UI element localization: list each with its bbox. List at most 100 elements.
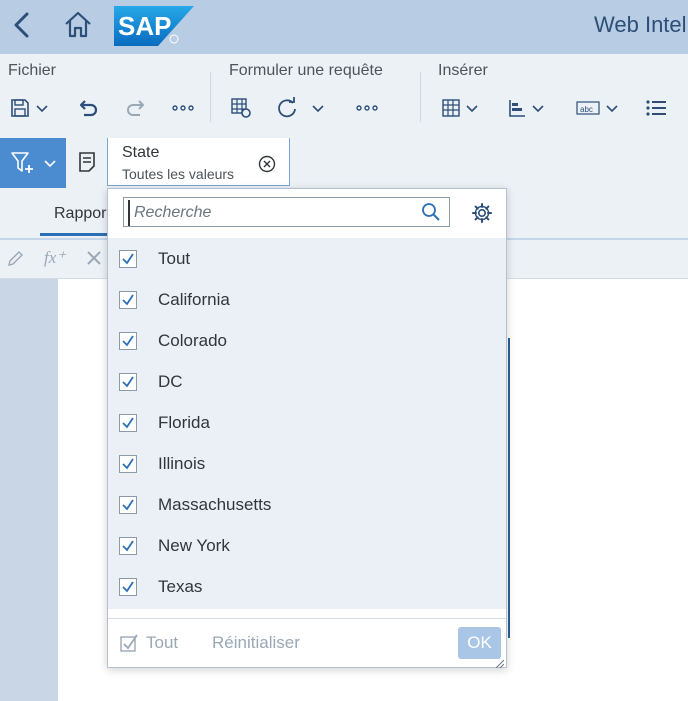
save-button[interactable] bbox=[10, 96, 48, 120]
undo-button[interactable] bbox=[78, 96, 100, 120]
checkbox[interactable] bbox=[119, 577, 137, 596]
checkbox-checked-icon bbox=[120, 634, 138, 652]
formula-icon[interactable]: fx⁺ bbox=[44, 248, 65, 268]
chevron-down-icon bbox=[466, 105, 478, 113]
bar-chart-icon bbox=[509, 100, 525, 117]
list-item-new-york[interactable]: New York bbox=[108, 525, 506, 566]
query-settings-icon bbox=[231, 98, 251, 118]
select-all-button[interactable]: Tout bbox=[120, 632, 178, 654]
query-settings-button[interactable] bbox=[230, 96, 252, 120]
filter-add-button[interactable] bbox=[0, 138, 66, 188]
checkmark-icon bbox=[122, 581, 134, 592]
chevron-down-icon bbox=[44, 160, 56, 168]
checkbox[interactable] bbox=[119, 495, 137, 514]
footer-divider bbox=[108, 618, 506, 619]
refresh-icon bbox=[278, 97, 296, 118]
report-table-edge bbox=[508, 338, 516, 638]
redo-icon bbox=[127, 100, 144, 116]
shell-header bbox=[0, 0, 688, 54]
toolbar-divider bbox=[420, 72, 421, 122]
search-input[interactable] bbox=[128, 200, 416, 226]
insert-chart-button[interactable] bbox=[508, 96, 544, 120]
resize-grip-icon[interactable] bbox=[494, 655, 505, 669]
text-cell-icon: abc bbox=[576, 101, 600, 115]
reset-button[interactable]: Réinitialiser bbox=[212, 633, 300, 653]
checkbox[interactable] bbox=[119, 372, 137, 391]
home-button[interactable] bbox=[62, 9, 94, 41]
svg-text:abc: abc bbox=[580, 105, 593, 114]
list-item-dc[interactable]: DC bbox=[108, 361, 506, 402]
toolbar-divider bbox=[210, 72, 211, 122]
list-item-florida[interactable]: Florida bbox=[108, 402, 506, 443]
checkbox[interactable] bbox=[119, 454, 137, 473]
list-item-label: Tout bbox=[158, 248, 191, 268]
pencil-icon bbox=[8, 251, 23, 266]
checkmark-icon bbox=[122, 540, 134, 551]
list-item-label: DC bbox=[158, 371, 183, 391]
filter-chip-title: State bbox=[122, 144, 160, 161]
redo-button[interactable] bbox=[124, 96, 146, 120]
checkbox[interactable] bbox=[119, 249, 137, 268]
cancel-formula-button[interactable] bbox=[86, 250, 102, 271]
list-item-illinois[interactable]: Illinois bbox=[108, 443, 506, 484]
chevron-down-icon bbox=[532, 105, 544, 113]
list-item-colorado[interactable]: Colorado bbox=[108, 320, 506, 361]
home-icon bbox=[65, 11, 91, 38]
filter-chip-value: Toutes les valeurs bbox=[122, 166, 235, 182]
list-item-label: Texas bbox=[158, 576, 203, 596]
more-icon bbox=[356, 105, 378, 111]
more-icon bbox=[172, 105, 194, 111]
list-item-massachusetts[interactable]: Massachusetts bbox=[108, 484, 506, 525]
insert-text-cell-button[interactable]: abc bbox=[576, 96, 618, 120]
toolbar-group-fichier: Fichier bbox=[8, 62, 57, 79]
checkmark-icon bbox=[122, 499, 134, 510]
left-side-panel bbox=[0, 279, 58, 701]
back-button[interactable] bbox=[10, 11, 34, 39]
checkmark-icon bbox=[122, 294, 134, 305]
chevron-down-icon bbox=[606, 105, 618, 113]
list-button[interactable] bbox=[646, 96, 666, 120]
clear-filter-button[interactable] bbox=[258, 155, 276, 173]
list-item-tout[interactable]: Tout bbox=[108, 238, 506, 279]
active-tab-indicator bbox=[40, 233, 108, 236]
toolbar-group-insert: Insérer bbox=[438, 62, 488, 79]
more-button-fichier[interactable] bbox=[172, 96, 194, 120]
checkmark-icon bbox=[122, 253, 134, 264]
document-icon[interactable] bbox=[78, 152, 96, 172]
checkbox[interactable] bbox=[119, 331, 137, 350]
more-button-query[interactable] bbox=[356, 96, 378, 120]
search-icon[interactable] bbox=[421, 202, 441, 222]
edit-pencil-button[interactable] bbox=[6, 250, 24, 273]
sap-logo: SAP bbox=[114, 6, 194, 46]
checkmark-icon bbox=[122, 376, 134, 387]
refresh-button[interactable] bbox=[276, 96, 324, 120]
toolbar-group-query: Formuler une requête bbox=[229, 62, 383, 79]
svg-text:SAP: SAP bbox=[118, 11, 171, 41]
list-item-label: Florida bbox=[158, 412, 210, 432]
table-icon bbox=[442, 99, 460, 117]
checkmark-icon bbox=[122, 335, 134, 346]
insert-table-button[interactable] bbox=[442, 96, 478, 120]
list-item-label: Illinois bbox=[158, 453, 206, 473]
list-item-label: California bbox=[158, 289, 230, 309]
list-icon bbox=[646, 100, 666, 116]
filter-add-icon bbox=[11, 152, 33, 173]
gear-icon[interactable] bbox=[471, 202, 493, 224]
list-item-texas[interactable]: Texas bbox=[108, 566, 506, 607]
chevron-left-icon bbox=[14, 12, 29, 38]
checkbox[interactable] bbox=[119, 290, 137, 309]
chevron-down-icon bbox=[36, 105, 48, 113]
app-title: Web Intel bbox=[594, 12, 687, 37]
filter-bar bbox=[0, 138, 688, 192]
undo-icon bbox=[79, 100, 98, 117]
close-icon bbox=[87, 251, 101, 265]
checkbox[interactable] bbox=[119, 536, 137, 555]
tab-rapport[interactable]: Rappor bbox=[54, 205, 106, 223]
checkbox[interactable] bbox=[119, 413, 137, 432]
checkmark-icon bbox=[122, 458, 134, 469]
checkmark-icon bbox=[122, 417, 134, 428]
close-circle-icon bbox=[258, 155, 276, 173]
select-all-label: Tout bbox=[146, 633, 179, 652]
list-item-california[interactable]: California bbox=[108, 279, 506, 320]
save-icon bbox=[11, 99, 29, 117]
